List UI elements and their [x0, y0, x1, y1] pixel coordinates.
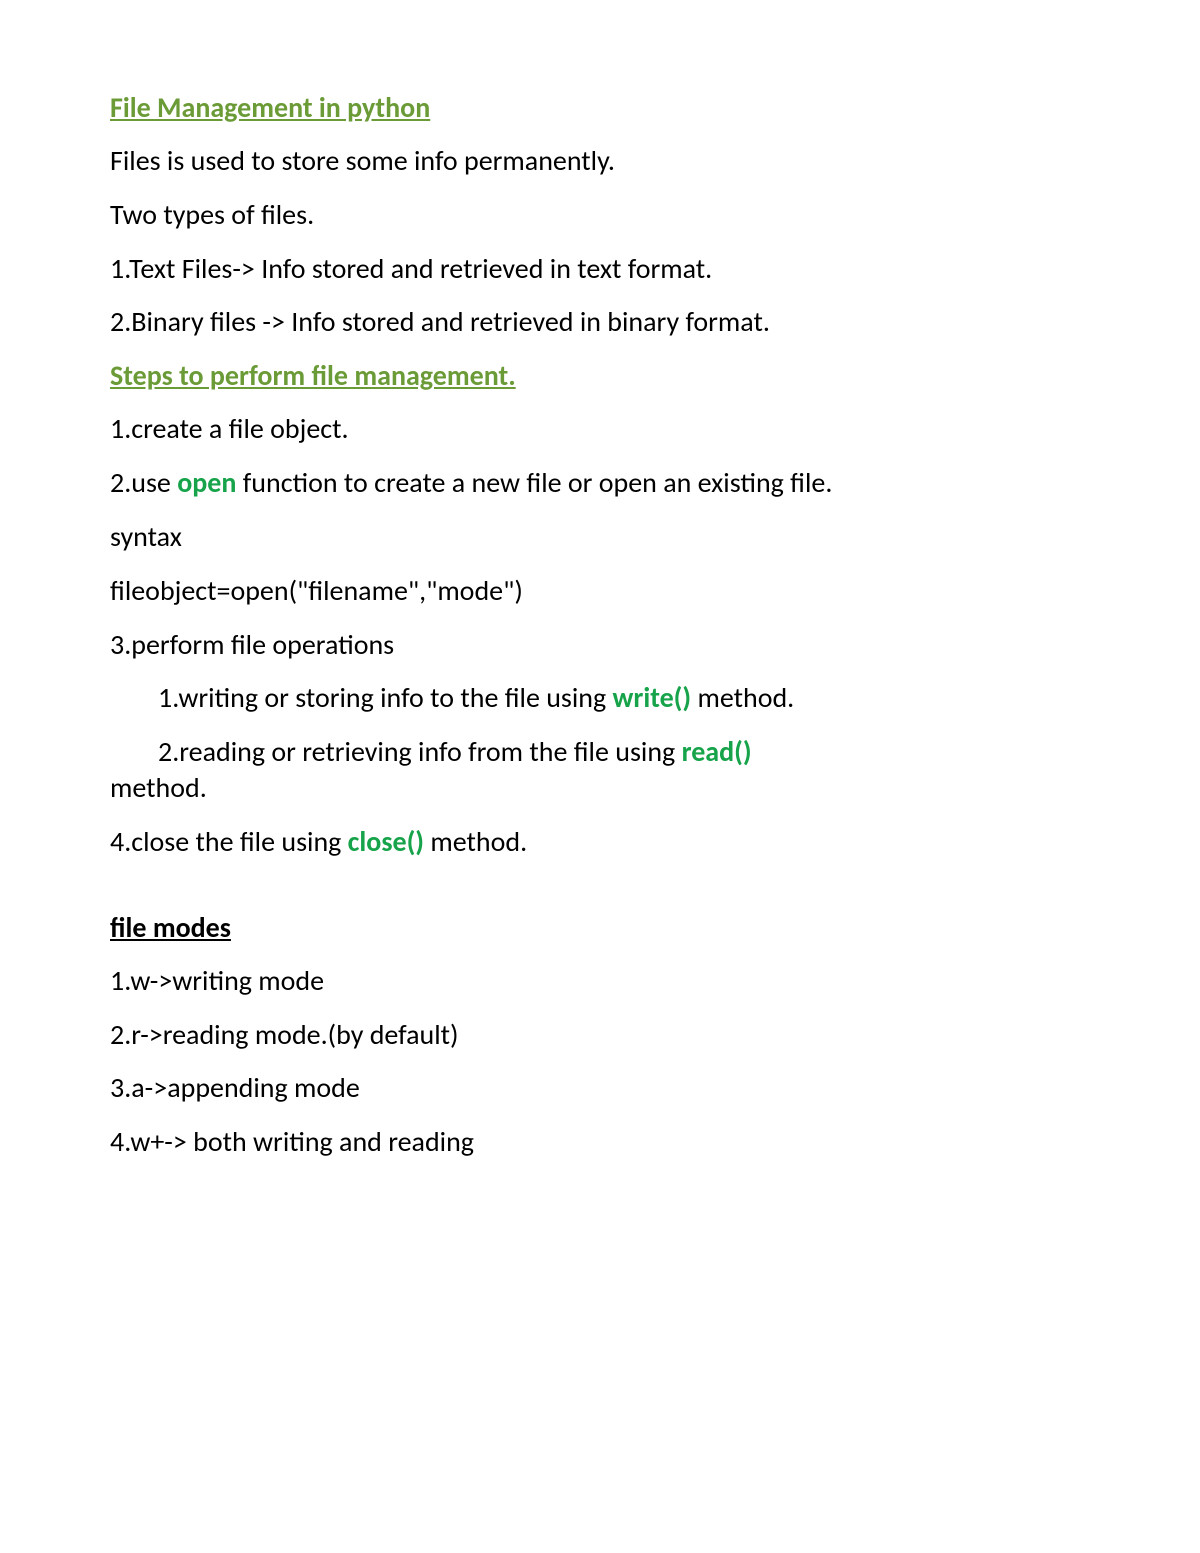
text-types: Two types of files.	[110, 197, 1090, 233]
step-3-sub-2-pre: 2.reading or retrieving info from the fi…	[158, 734, 682, 769]
step-2: 2.use open function to create a new file…	[110, 465, 1090, 501]
heading-file-modes: file modes	[110, 910, 1090, 945]
keyword-close: close()	[348, 824, 424, 859]
mode-wplus: 4.w+-> both writing and reading	[110, 1124, 1090, 1160]
mode-r: 2.r->reading mode.(by default)	[110, 1017, 1090, 1053]
heading-file-management: File Management in python	[110, 90, 1090, 125]
label-syntax: syntax	[110, 519, 1090, 555]
step-2-post: function to create a new file or open an…	[236, 465, 832, 500]
mode-a: 3.a->appending mode	[110, 1070, 1090, 1106]
step-3-sub-1-pre: 1.writing or storing info to the file us…	[158, 680, 613, 715]
code-open: fileobject=open("filename","mode")	[110, 573, 1090, 609]
step-1: 1.create a file object.	[110, 411, 1090, 447]
mode-w: 1.w->writing mode	[110, 963, 1090, 999]
step-3: 3.perform file operations	[110, 627, 1090, 663]
text-type-1: 1.Text Files-> Info stored and retrieved…	[110, 251, 1090, 287]
step-4: 4.close the file using close() method.	[110, 824, 1090, 860]
keyword-open: open	[177, 465, 236, 500]
step-3-sub-2-post: method.	[110, 770, 207, 805]
step-2-pre: 2.use	[110, 465, 177, 500]
text-type-2: 2.Binary files -> Info stored and retrie…	[110, 304, 1090, 340]
step-3-sub-1-post: method.	[691, 680, 794, 715]
step-3-sub-1: 1.writing or storing info to the file us…	[110, 680, 1090, 716]
step-4-post: method.	[424, 824, 527, 859]
text-intro: Files is used to store some info permane…	[110, 143, 1090, 179]
step-4-pre: 4.close the file using	[110, 824, 348, 859]
heading-steps: Steps to perform file management.	[110, 358, 1090, 393]
step-3-sub-2: 2.reading or retrieving info from the fi…	[110, 734, 1090, 806]
keyword-write: write()	[613, 680, 692, 715]
keyword-read: read()	[682, 734, 752, 769]
